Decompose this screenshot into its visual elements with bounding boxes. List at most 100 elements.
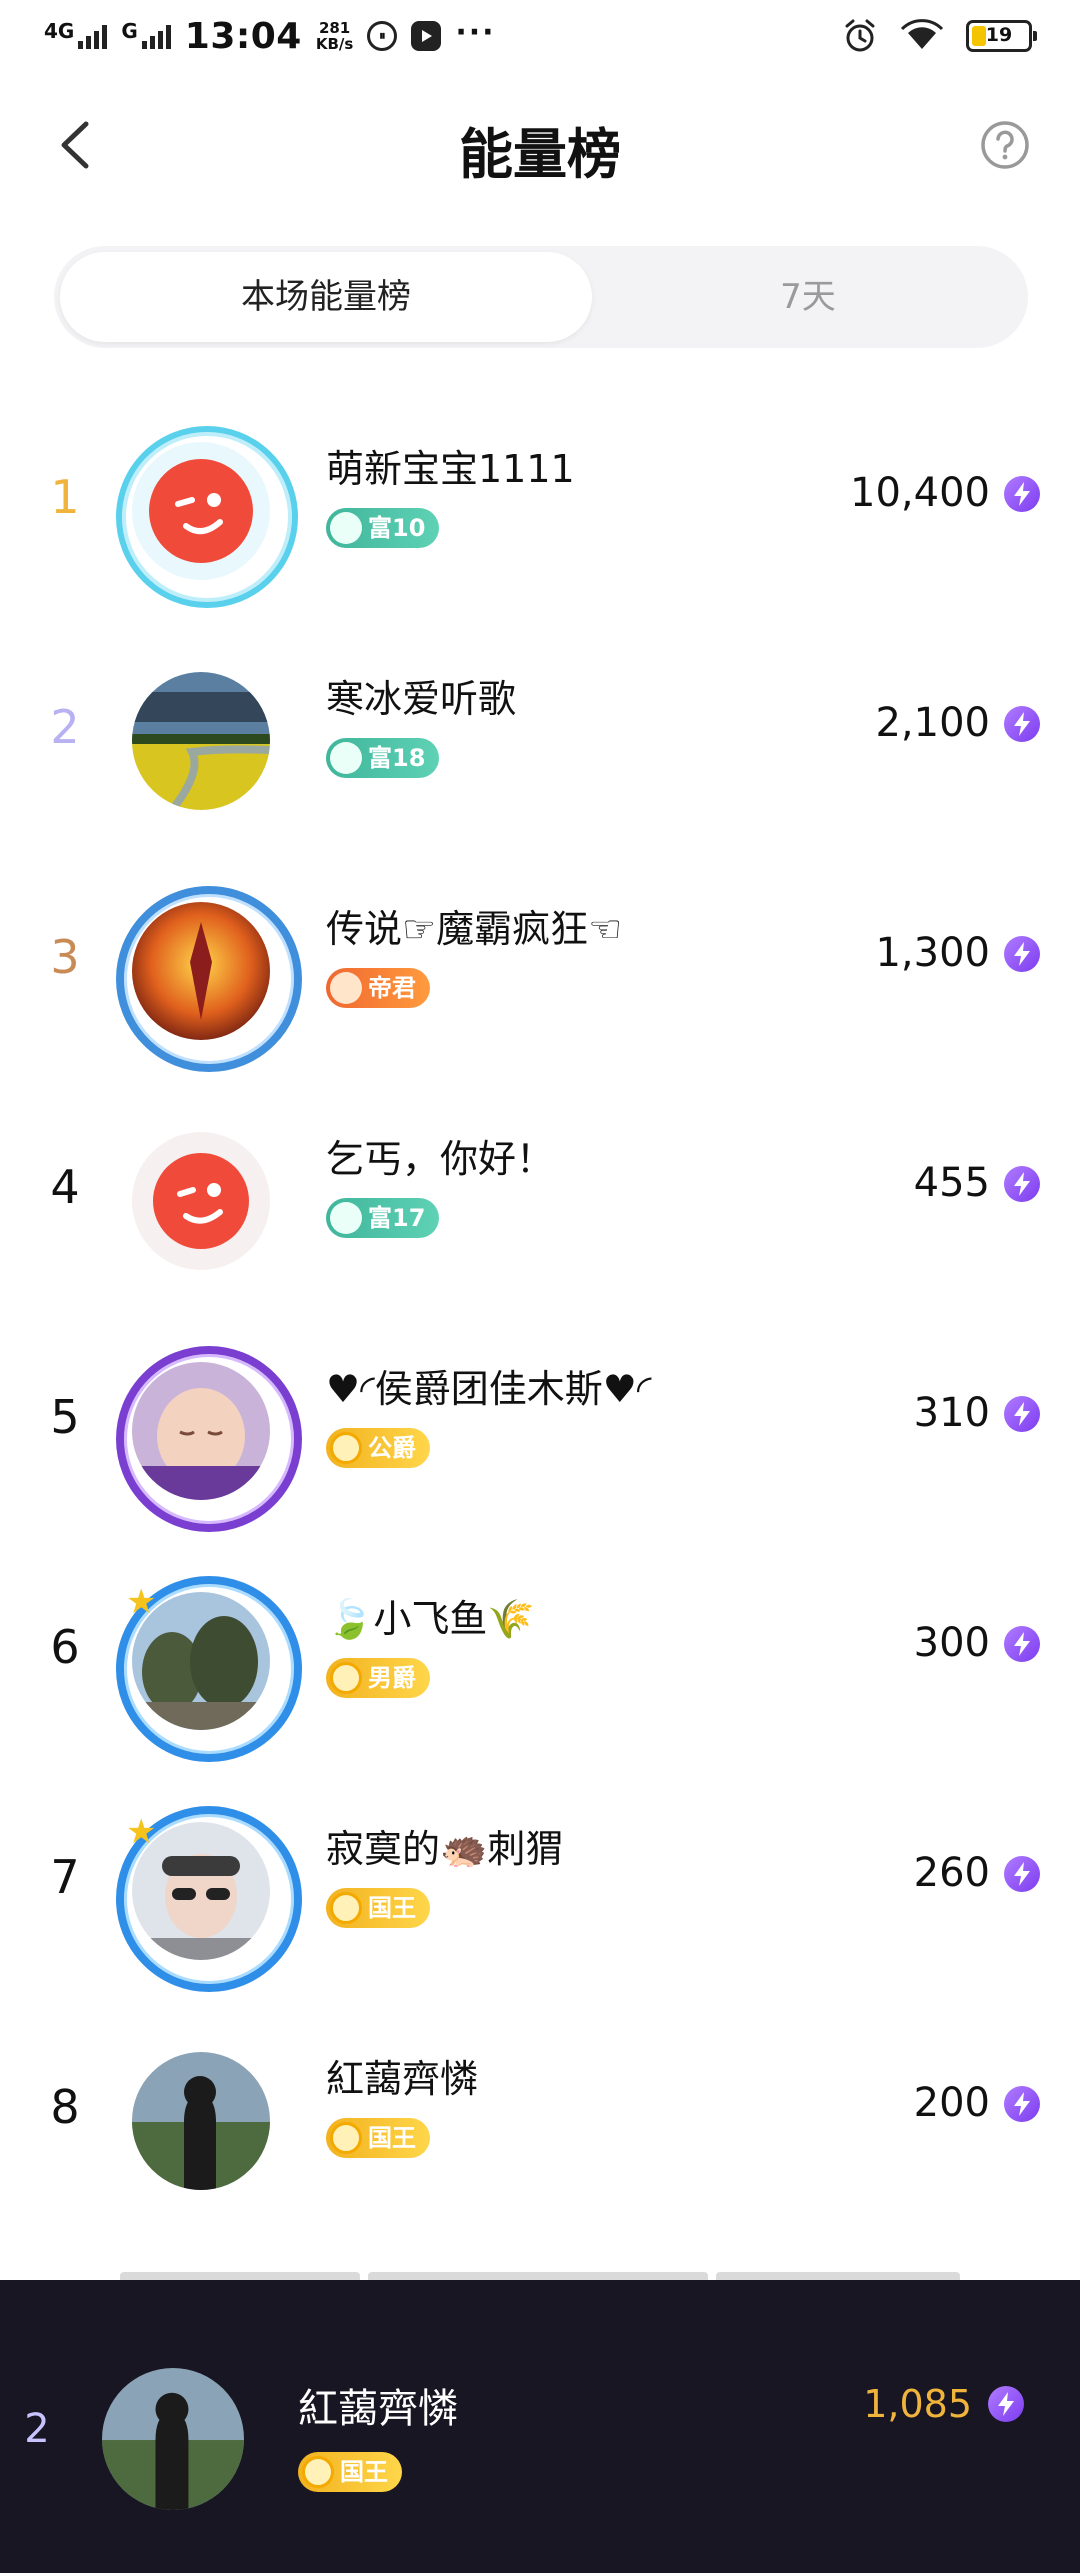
energy-score: 300 [913, 1620, 990, 1666]
ranking-row[interactable]: 7 ★ 寂寞的🦔刺猬 国王 260 [0, 1780, 1080, 2010]
my-level-badge: 国王 [298, 2452, 402, 2492]
wifi-icon [900, 19, 944, 49]
level-icon [330, 2122, 362, 2154]
level-icon [330, 1892, 362, 1924]
level-icon [330, 1662, 362, 1694]
ranking-list: 1 萌新宝宝1111 富10 10,400 2 寒冰爱听歌 富18 2,100 … [0, 400, 1080, 2240]
level-badge: 公爵 [326, 1428, 430, 1468]
user-name: ♥◜侯爵团佳木斯♥◜ [326, 1367, 652, 1411]
rank-number: 4 [50, 1160, 80, 1214]
app-logo-avatar-icon [153, 1153, 249, 1249]
baby-photo [132, 1362, 270, 1500]
energy-icon [1004, 936, 1040, 972]
my-level-badge-label: 国王 [340, 2458, 388, 2486]
my-rank-bar[interactable]: 2 紅藹齊憐 国王 1,085 [0, 2272, 1080, 2573]
rank-number: 1 [50, 470, 80, 524]
level-badge: 富18 [326, 738, 440, 778]
avatar[interactable] [130, 2050, 272, 2192]
level-icon [302, 2456, 334, 2488]
energy-icon [1004, 1166, 1040, 1202]
ranking-row[interactable]: 6 ★ 🍃小飞鱼🌾 男爵 300 [0, 1550, 1080, 1780]
ranking-tabs: 本场能量榜 7天 [54, 246, 1028, 348]
battery-level: 19 [985, 24, 1013, 46]
energy-icon [1004, 2086, 1040, 2122]
tab-session-energy[interactable]: 本场能量榜 [60, 252, 592, 342]
my-user-name: 紅藹齊憐 [298, 2386, 458, 2432]
level-badge-label: 富10 [368, 514, 426, 542]
user-name: 紅藹齊憐 [326, 2057, 479, 2101]
level-badge-label: 男爵 [368, 1664, 416, 1692]
level-badge: 男爵 [326, 1658, 430, 1698]
level-icon [330, 1432, 362, 1464]
level-badge-label: 富18 [368, 744, 426, 772]
energy-score: 2,100 [875, 700, 990, 746]
landscape-photo [132, 672, 270, 810]
question-circle-icon [981, 121, 1029, 169]
clock: 13:04 [184, 15, 302, 57]
energy-score: 260 [913, 1850, 990, 1896]
wheat-icon: 🌾 [487, 1597, 535, 1641]
network-indicator: 4G [44, 19, 108, 49]
star-icon: ★ [126, 1582, 157, 1622]
energy-icon [1004, 706, 1040, 742]
ranking-row[interactable]: 5 ♥◜侯爵团佳木斯♥◜ 公爵 310 [0, 1320, 1080, 1550]
net-speed-unit: KB/s [315, 35, 354, 53]
my-rank-number: 2 [24, 2406, 50, 2452]
more-notifications-icon: ··· [455, 14, 496, 50]
avatar[interactable] [116, 426, 298, 608]
ranking-row[interactable]: 2 寒冰爱听歌 富18 2,100 [0, 630, 1080, 860]
avatar[interactable]: ★ [116, 1806, 302, 1992]
level-icon [330, 512, 362, 544]
avatar[interactable] [130, 1130, 272, 1272]
energy-score: 455 [913, 1160, 990, 1206]
user-name: 萌新宝宝1111 [326, 447, 575, 491]
my-avatar[interactable] [102, 2368, 244, 2510]
avatar[interactable] [116, 1346, 302, 1532]
star-icon: ★ [126, 1812, 157, 1852]
header: 能量榜 [0, 90, 1080, 200]
level-badge-label: 国王 [368, 2124, 416, 2152]
vip-emblem-photo [132, 902, 270, 1040]
rank-number: 3 [50, 930, 80, 984]
net-speed: 281 KB/s [316, 20, 353, 52]
rank-number: 6 [50, 1620, 80, 1674]
level-badge-label: 富17 [368, 1204, 426, 1232]
help-button[interactable] [980, 120, 1030, 170]
user-name: 寒冰爱听歌 [326, 677, 517, 721]
silhouette-photo [102, 2368, 244, 2510]
status-bar: 4G G 13:04 281 KB/s ⏸ ··· 19 [0, 0, 1080, 72]
media-icon [411, 21, 442, 51]
level-badge-label: 公爵 [368, 1434, 416, 1462]
energy-icon [1004, 1626, 1040, 1662]
network-label: 4G [44, 19, 75, 43]
user-name: 传说☞魔霸疯狂☜ [326, 907, 623, 951]
leaf-icon: 🍃 [326, 1597, 374, 1641]
ranking-row[interactable]: 8 紅藹齊憐 国王 200 [0, 2010, 1080, 2240]
level-icon [330, 742, 362, 774]
network-indicator-2: G [121, 19, 171, 49]
net-speed-value: 281 [318, 19, 351, 37]
ranking-row[interactable]: 3 传说☞魔霸疯狂☜ 帝君 1,300 [0, 860, 1080, 1090]
network-label-2: G [121, 19, 138, 43]
energy-score: 10,400 [850, 470, 990, 516]
level-badge-label: 帝君 [368, 974, 416, 1002]
user-name: 🍃小飞鱼🌾 [326, 1588, 535, 1643]
rank-number: 8 [50, 2080, 80, 2134]
level-icon [330, 1202, 362, 1234]
tab-7-days[interactable]: 7天 [594, 252, 1022, 342]
energy-icon [1004, 1856, 1040, 1892]
ranking-row[interactable]: 4 乞丐，你好！ 富17 455 [0, 1090, 1080, 1320]
avatar[interactable]: ★ [116, 1576, 302, 1762]
rank-number: 5 [50, 1390, 80, 1444]
energy-score: 1,300 [875, 930, 990, 976]
user-name: 乞丐，你好！ [326, 1137, 555, 1181]
level-badge: 富17 [326, 1198, 440, 1238]
ranking-row[interactable]: 1 萌新宝宝1111 富10 10,400 [0, 400, 1080, 630]
user-name-text: 小飞鱼 [373, 1597, 488, 1641]
user-name: 寂寞的🦔刺猬 [326, 1827, 564, 1871]
avatar[interactable] [116, 886, 302, 1072]
page-title: 能量榜 [459, 123, 621, 186]
avatar[interactable] [130, 670, 272, 812]
partial-next-row [120, 2272, 960, 2280]
level-badge: 富10 [326, 508, 440, 548]
